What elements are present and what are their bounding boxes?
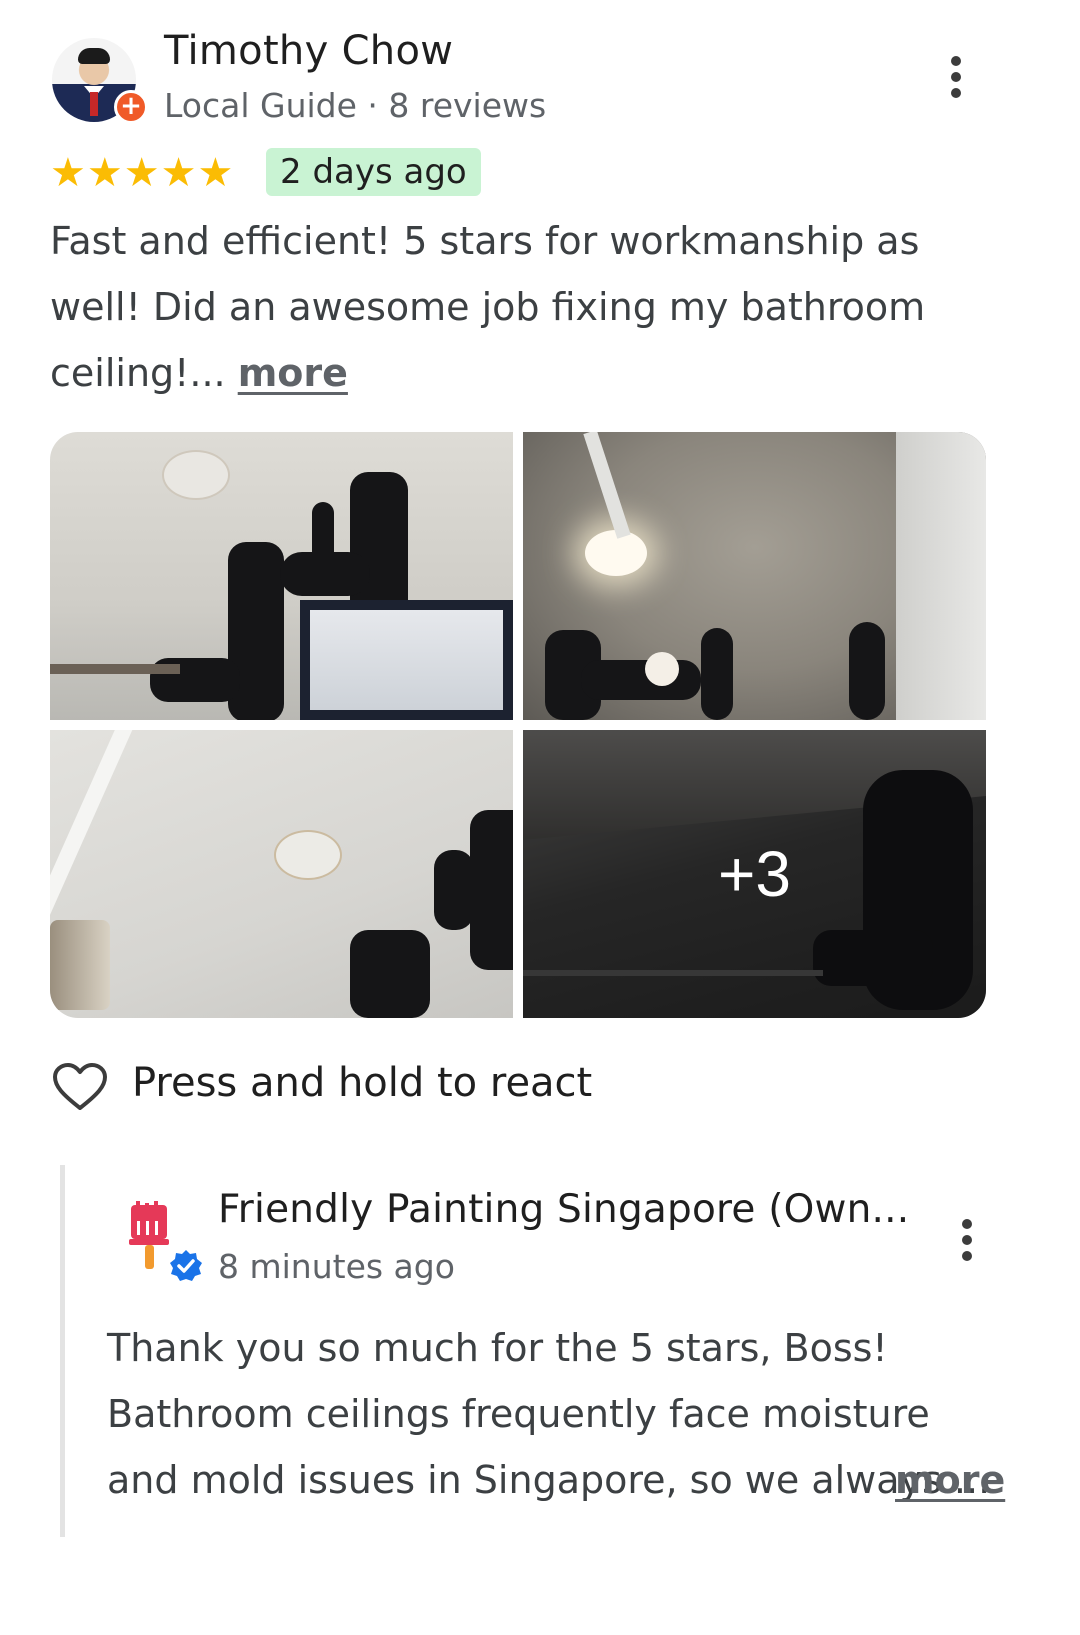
review-photo-2[interactable] — [523, 432, 986, 720]
reply-more-options-icon[interactable] — [961, 1219, 973, 1263]
review-header: + Timothy Chow Local Guide · 8 reviews — [52, 28, 1022, 138]
reviewer-name[interactable]: Timothy Chow — [164, 28, 453, 74]
heart-icon[interactable] — [52, 1062, 108, 1112]
local-guide-badge-icon: + — [114, 90, 148, 124]
paint-brush-logo-icon — [129, 1201, 169, 1269]
reviewer-meta: Local Guide · 8 reviews — [164, 86, 547, 125]
review-more-link[interactable]: more — [238, 351, 348, 395]
owner-reply-text: Thank you so much for the 5 stars, Boss!… — [107, 1326, 991, 1502]
owner-reply: Friendly Painting Singapore (Own... 8 mi… — [60, 1165, 1020, 1537]
star-rating: ★★★★★ — [50, 150, 235, 196]
review-date-badge: 2 days ago — [266, 148, 481, 196]
review-more-options-icon[interactable] — [950, 56, 962, 100]
verified-badge-icon — [170, 1250, 202, 1281]
review-photo-1[interactable] — [50, 432, 513, 720]
more-photos-count[interactable]: +3 — [523, 730, 986, 1018]
react-label[interactable]: Press and hold to react — [132, 1060, 592, 1106]
owner-reply-more-link[interactable]: more — [895, 1447, 1005, 1513]
review-body: Fast and efficient! 5 stars for workmans… — [50, 219, 926, 395]
review-photo-4[interactable]: +3 — [523, 730, 986, 1018]
owner-name[interactable]: Friendly Painting Singapore (Own... — [218, 1187, 909, 1232]
photo-grid: +3 — [50, 432, 986, 1018]
owner-reply-time: 8 minutes ago — [218, 1247, 455, 1286]
review-photo-3[interactable] — [50, 730, 513, 1018]
review-text: Fast and efficient! 5 stars for workmans… — [50, 208, 1010, 406]
